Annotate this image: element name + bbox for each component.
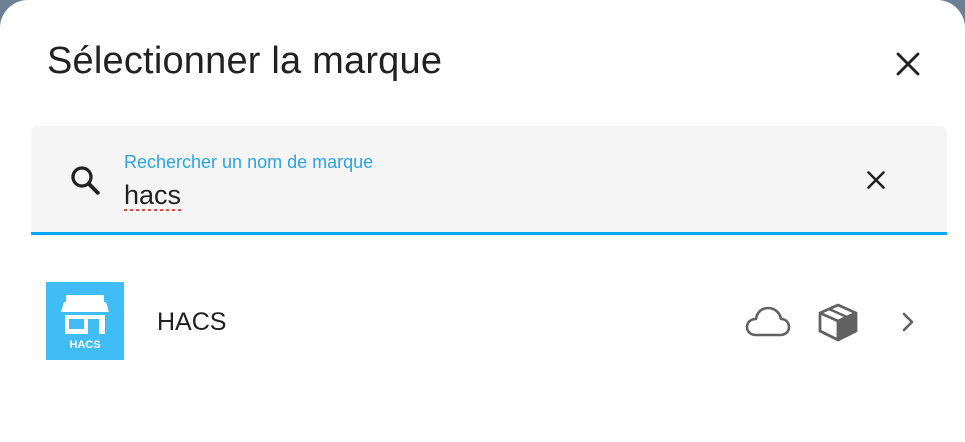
dialog-title: Sélectionner la marque [47,40,443,82]
cloud-outline-icon [745,306,791,337]
package-variant-icon [818,303,858,342]
search-label: Rechercher un nom de marque [124,152,374,172]
clear-search-button[interactable] [856,160,896,200]
hacs-logo: HACS [46,282,124,360]
brand-list-item-hacs[interactable]: HACS HACS [0,270,965,374]
svg-text:HACS: HACS [69,339,100,351]
close-icon [896,52,920,76]
brand-name: HACS [157,308,227,336]
select-brand-dialog: Sélectionner la marque Rechercher un nom… [0,0,965,442]
chevron-right-icon [902,312,914,332]
magnify-icon [71,166,100,195]
close-icon [867,171,885,189]
search-input[interactable] [124,178,804,212]
close-dialog-button[interactable] [886,42,930,86]
brand-search-field[interactable]: Rechercher un nom de marque [31,126,947,235]
